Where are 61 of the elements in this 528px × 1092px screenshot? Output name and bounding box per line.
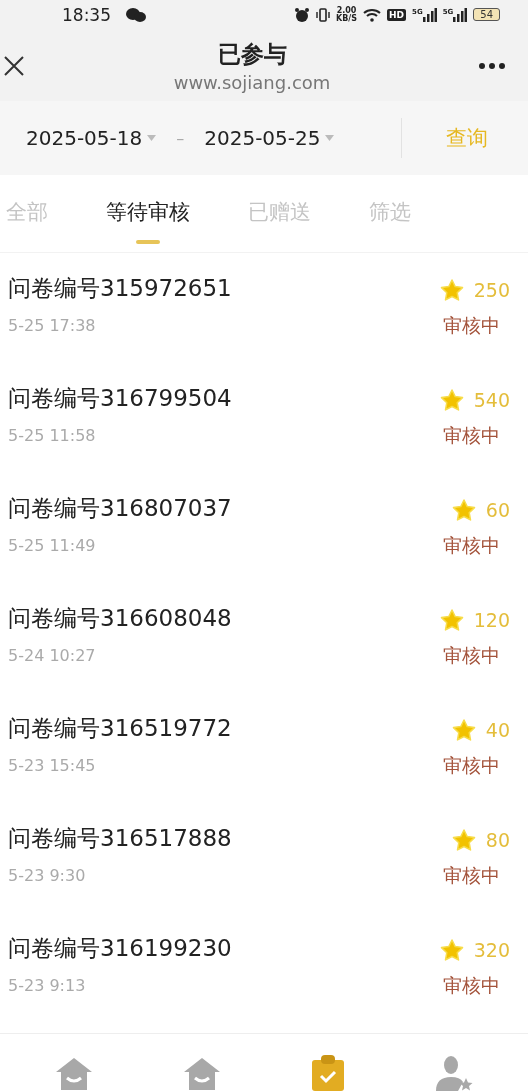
- star-icon: [439, 279, 464, 302]
- filter-tab[interactable]: 已赠送: [248, 179, 311, 248]
- network-speed: 2.00 KB/S: [336, 6, 357, 23]
- survey-time: 5-23 9:13: [8, 976, 87, 996]
- status-time: 18:35: [62, 4, 111, 25]
- more-icon[interactable]: [478, 61, 506, 70]
- battery-indicator: 54: [473, 8, 500, 22]
- review-status: 审核中: [443, 423, 500, 449]
- star-icon: [451, 719, 476, 742]
- survey-time: 5-25 11:49: [8, 536, 97, 556]
- filter-tab[interactable]: 筛选: [369, 179, 411, 248]
- home-nav-button[interactable]: [54, 1056, 94, 1092]
- alarm-icon: [294, 6, 310, 23]
- points-value: 320: [473, 939, 510, 962]
- points-value: 80: [485, 829, 510, 852]
- chat-icon: [125, 6, 147, 23]
- vibrate-icon: [316, 6, 330, 23]
- survey-title: 问卷编号316519772: [8, 714, 233, 744]
- survey-title: 问卷编号316517888: [8, 824, 233, 854]
- review-status: 审核中: [443, 643, 500, 669]
- points-value: 120: [473, 609, 510, 632]
- star-icon: [451, 499, 476, 522]
- review-status: 审核中: [443, 533, 500, 559]
- user-nav-button[interactable]: [434, 1054, 474, 1092]
- caret-icon: [325, 135, 335, 142]
- points-value: 60: [485, 499, 510, 522]
- points-value: 250: [473, 279, 510, 302]
- survey-time: 5-25 17:38: [8, 316, 97, 336]
- page-title: 已参与: [217, 39, 287, 69]
- caret-icon: [147, 135, 157, 142]
- survey-title: 问卷编号315972651: [8, 274, 233, 304]
- date-separator: –: [176, 128, 185, 148]
- survey-time: 5-24 10:27: [8, 646, 97, 666]
- home-nav-button[interactable]: [182, 1056, 222, 1092]
- hd-badge: HD: [387, 8, 406, 21]
- points-value: 540: [473, 389, 510, 412]
- survey-time: 5-25 11:58: [8, 426, 97, 446]
- star-icon: [439, 939, 464, 962]
- star-icon: [451, 829, 476, 852]
- review-status: 审核中: [443, 863, 500, 889]
- survey-title: 问卷编号316807037: [8, 494, 233, 524]
- star-icon: [439, 609, 464, 632]
- review-status: 审核中: [443, 313, 500, 339]
- end-date-picker[interactable]: 2025-05-25: [204, 126, 335, 151]
- filter-tab[interactable]: 全部: [6, 179, 48, 248]
- survey-time: 5-23 15:45: [8, 756, 97, 776]
- start-date-picker[interactable]: 2025-05-18: [26, 126, 157, 151]
- clipboard-nav-button[interactable]: [310, 1054, 346, 1092]
- survey-time: 5-23 9:30: [8, 866, 87, 886]
- wifi-icon: [363, 7, 381, 22]
- close-icon[interactable]: [2, 53, 26, 78]
- query-button[interactable]: 查询: [446, 124, 488, 153]
- survey-title: 问卷编号316799504: [8, 384, 233, 414]
- review-status: 审核中: [443, 753, 500, 779]
- filter-tab[interactable]: 等待审核: [106, 179, 190, 248]
- site-address: www.sojiang.com: [173, 71, 331, 93]
- survey-title: 问卷编号316608048: [8, 604, 233, 634]
- points-value: 40: [485, 719, 510, 742]
- star-icon: [439, 389, 464, 412]
- review-status: 审核中: [443, 973, 500, 999]
- survey-title: 问卷编号316199230: [8, 934, 233, 964]
